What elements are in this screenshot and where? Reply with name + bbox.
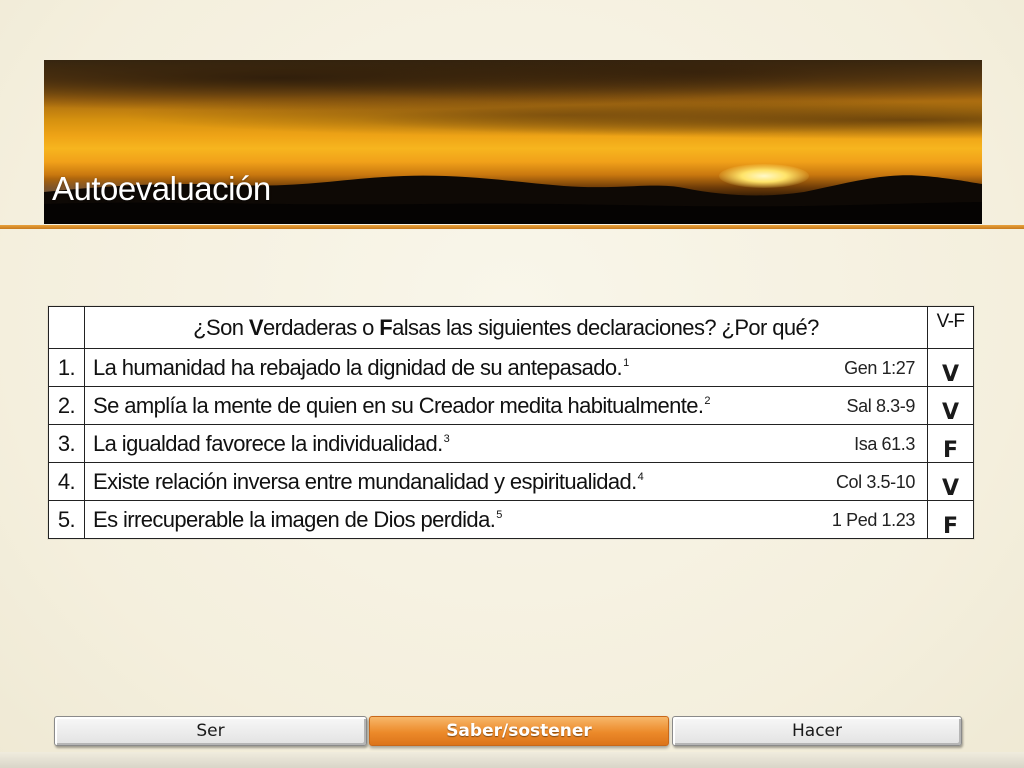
- footer-bar: [0, 752, 1024, 768]
- tab-hacer[interactable]: Hacer: [672, 716, 962, 746]
- answer-cell: F: [927, 424, 974, 463]
- question-v-initial: V: [248, 314, 264, 340]
- statement-text: La igualdad favorece la individualidad.: [93, 430, 443, 456]
- footnote-marker: 2: [704, 395, 710, 408]
- statement-cell: La humanidad ha rebajado la dignidad de …: [84, 348, 928, 387]
- scripture-reference: Sal 8.3-9: [846, 396, 916, 416]
- footnote-marker: 5: [496, 509, 502, 522]
- tab-ser[interactable]: Ser: [54, 716, 367, 746]
- answer-cell: F: [927, 500, 974, 539]
- table-row: 5. Es irrecuperable la imagen de Dios pe…: [48, 500, 974, 539]
- statement-text: La humanidad ha rebajado la dignidad de …: [93, 354, 623, 380]
- row-number: 1.: [48, 348, 85, 387]
- scripture-reference: 1 Ped 1.23: [831, 510, 915, 530]
- quiz-table: ¿Son Verdaderas o Falsas las siguientes …: [48, 306, 974, 539]
- header-num-cell: [48, 306, 85, 349]
- footnote-marker: 4: [637, 471, 644, 484]
- question-part-3: alsas las siguientes declaraciones? ¿Por…: [392, 314, 819, 340]
- scripture-reference: Gen 1:27: [844, 358, 915, 378]
- table-header-row: ¿Son Verdaderas o Falsas las siguientes …: [48, 306, 974, 349]
- row-number: 5.: [48, 500, 85, 539]
- answer-cell: V: [927, 462, 974, 501]
- banner-divider: [0, 225, 1024, 229]
- question-f-initial: F: [379, 314, 393, 340]
- statement-text: Se amplía la mente de quien en su Creado…: [93, 392, 704, 418]
- row-number: 4.: [48, 462, 85, 501]
- statement-cell: Es irrecuperable la imagen de Dios perdi…: [84, 500, 928, 539]
- statement-cell: La igualdad favorece la individualidad.3…: [84, 424, 928, 463]
- table-row: 4. Existe relación inversa entre mundana…: [48, 462, 974, 501]
- page-title: Autoevaluación: [52, 170, 271, 207]
- statement-text: Existe relación inversa entre mundanalid…: [93, 468, 637, 494]
- scripture-reference: Col 3.5-10: [835, 472, 915, 492]
- tab-saber-sostener[interactable]: Saber/sostener: [369, 716, 669, 746]
- table-row: 3. La igualdad favorece la individualida…: [48, 424, 974, 463]
- answer-value: V: [941, 475, 960, 501]
- table-row: 2. Se amplía la mente de quien en su Cre…: [48, 386, 974, 425]
- question-part-2: erdaderas o: [262, 314, 380, 340]
- question-header: ¿Son Verdaderas o Falsas las siguientes …: [84, 306, 928, 349]
- answer-cell: V: [927, 386, 974, 425]
- answer-value: F: [942, 513, 959, 539]
- answer-value: V: [941, 361, 960, 387]
- footnote-marker: 3: [443, 433, 450, 446]
- statement-cell: Existe relación inversa entre mundanalid…: [84, 462, 928, 501]
- table-row: 1. La humanidad ha rebajado la dignidad …: [48, 348, 974, 387]
- answer-cell: V: [927, 348, 974, 387]
- row-number: 2.: [48, 386, 85, 425]
- row-number: 3.: [48, 424, 85, 463]
- statement-cell: Se amplía la mente de quien en su Creado…: [84, 386, 928, 425]
- question-part-1: ¿Son: [193, 314, 249, 340]
- answer-value: F: [942, 437, 959, 463]
- footnote-marker: 1: [623, 357, 629, 370]
- statement-text: Es irrecuperable la imagen de Dios perdi…: [93, 506, 496, 532]
- banner-clouds-lower: [44, 90, 982, 140]
- answer-column-header: V-F: [927, 306, 974, 349]
- answer-value: V: [941, 399, 960, 425]
- scripture-reference: Isa 61.3: [854, 434, 915, 454]
